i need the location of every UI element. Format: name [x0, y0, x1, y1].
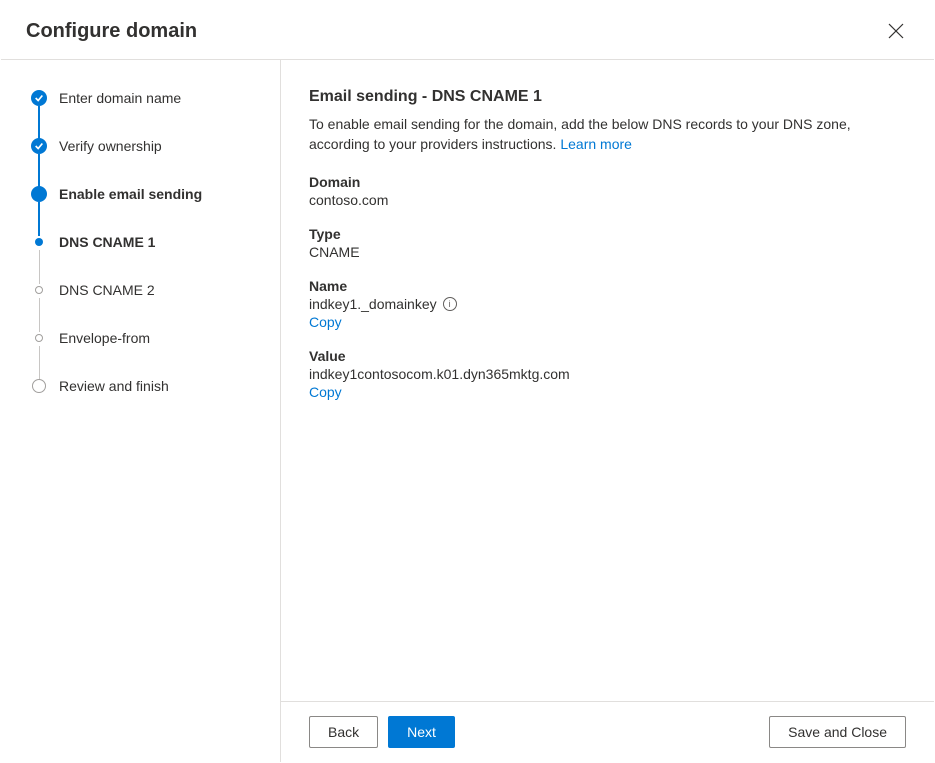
step-label: Envelope-from [59, 330, 150, 346]
step-review-and-finish[interactable]: Review and finish [31, 378, 262, 398]
step-label: Enter domain name [59, 90, 181, 106]
field-value: contoso.com [309, 192, 906, 208]
connector-line [39, 298, 40, 332]
substep-dns-cname-1[interactable]: DNS CNAME 1 [31, 234, 262, 282]
connector-line [38, 154, 40, 188]
field-label: Value [309, 348, 906, 364]
pending-substep-icon [35, 334, 43, 342]
substep-dns-cname-2[interactable]: DNS CNAME 2 [31, 282, 262, 330]
connector-line [39, 346, 40, 380]
step-label: Verify ownership [59, 138, 162, 154]
step-label: DNS CNAME 1 [59, 234, 155, 250]
connector-line [38, 202, 40, 236]
field-value-record: Value indkey1contosocom.k01.dyn365mktg.c… [309, 348, 906, 400]
step-label: DNS CNAME 2 [59, 282, 155, 298]
field-value: indkey1contosocom.k01.dyn365mktg.com [309, 366, 906, 382]
back-button[interactable]: Back [309, 716, 378, 748]
connector-line [39, 250, 40, 284]
dialog-footer: Back Next Save and Close [281, 701, 934, 762]
substep-envelope-from[interactable]: Envelope-from [31, 330, 262, 378]
copy-name-link[interactable]: Copy [309, 314, 342, 330]
dialog-title: Configure domain [26, 20, 197, 43]
field-label: Type [309, 226, 906, 242]
dialog-body: Enter domain name Verify ownership Enabl… [1, 60, 934, 762]
check-circle-icon [31, 90, 47, 106]
main-panel: Email sending - DNS CNAME 1 To enable em… [281, 60, 934, 762]
field-value: indkey1._domainkey [309, 296, 437, 312]
field-value: CNAME [309, 244, 906, 260]
dialog-configure-domain: Configure domain Enter domain name [0, 0, 935, 763]
step-enable-email-sending[interactable]: Enable email sending [31, 186, 262, 234]
step-label: Enable email sending [59, 186, 202, 202]
current-step-icon [31, 186, 47, 202]
content-heading: Email sending - DNS CNAME 1 [309, 88, 906, 106]
copy-value-link[interactable]: Copy [309, 384, 342, 400]
current-substep-icon [35, 238, 43, 246]
step-verify-ownership[interactable]: Verify ownership [31, 138, 262, 186]
save-and-close-button[interactable]: Save and Close [769, 716, 906, 748]
field-type: Type CNAME [309, 226, 906, 260]
pending-substep-icon [35, 286, 43, 294]
close-icon [888, 23, 904, 39]
content-description: To enable email sending for the domain, … [309, 114, 906, 154]
learn-more-link[interactable]: Learn more [560, 136, 632, 152]
pending-step-icon [32, 379, 46, 393]
content-area: Email sending - DNS CNAME 1 To enable em… [281, 60, 934, 701]
dialog-header: Configure domain [1, 1, 934, 60]
info-icon[interactable]: i [443, 297, 457, 311]
field-name: Name indkey1._domainkey i Copy [309, 278, 906, 330]
field-domain: Domain contoso.com [309, 174, 906, 208]
connector-line [38, 106, 40, 140]
close-button[interactable] [880, 15, 912, 47]
step-label: Review and finish [59, 378, 169, 394]
field-label: Name [309, 278, 906, 294]
step-enter-domain-name[interactable]: Enter domain name [31, 90, 262, 138]
wizard-steps-nav: Enter domain name Verify ownership Enabl… [1, 60, 281, 762]
next-button[interactable]: Next [388, 716, 455, 748]
field-label: Domain [309, 174, 906, 190]
check-circle-icon [31, 138, 47, 154]
